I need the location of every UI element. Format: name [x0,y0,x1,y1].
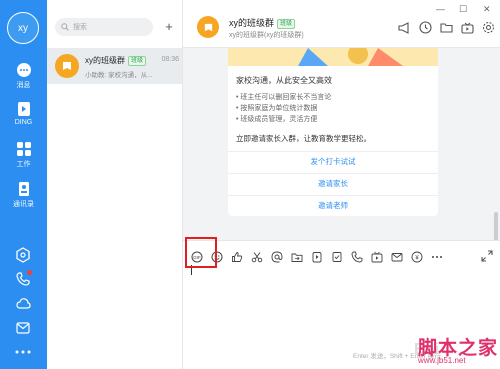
contacts-icon [18,182,29,196]
search-input[interactable]: 搜索 [55,18,153,36]
class-tag: 班级 [128,56,147,66]
red-packet-icon[interactable]: ¥ [409,249,425,265]
search-icon [61,23,69,31]
chat-subtitle: xy的班级群(xy的班级群) [229,32,304,39]
class-group-icon [63,62,71,70]
chat-avatar[interactable] [197,16,219,38]
hexagon-icon[interactable] [16,247,30,263]
conversation-time: 08:36 [161,56,179,63]
group-avatar [55,54,79,78]
mention-icon[interactable] [269,249,285,265]
conversation-list: 搜索 + xy的班级群 班级 08:36 小助教: 家校沟通，从... [47,0,183,369]
scissors-icon[interactable] [249,249,265,265]
conversation-preview: 小助教: 家校沟通，从... [85,72,153,79]
chat-header: xy的班级群 班级 xy的班级群(xy的班级群) [183,0,500,48]
chat-scrollbar[interactable] [494,212,498,242]
ding-icon [17,102,30,116]
card-banner-illustration [228,48,438,66]
nav-messages[interactable]: 消息 [0,62,47,90]
email-icon[interactable] [389,249,405,265]
conversation-item[interactable]: xy的班级群 班级 08:36 小助教: 家校沟通，从... [47,48,182,84]
thumbs-up-icon[interactable] [229,249,245,265]
live-stream-icon[interactable] [369,249,385,265]
highlight-box [185,237,217,268]
header-actions [397,20,496,35]
minimize-button[interactable]: — [436,4,445,14]
expand-icon[interactable] [480,249,494,263]
nav-ding[interactable]: DING [0,101,47,126]
card-feature-item: 班级成员管理，灵活方便 [236,114,331,125]
invite-parents-button[interactable]: 邀请家长 [228,173,438,193]
chat-panel: xy的班级群 班级 xy的班级群(xy的班级群) — ☐ ✕ 家校沟通，从此安全又… [183,0,500,369]
chat-bubble-icon [16,63,31,77]
file-icon[interactable] [289,249,305,265]
invite-teachers-button[interactable]: 邀请老师 [228,195,438,215]
clock-icon[interactable] [418,20,433,35]
input-toolbar: GIF ¥ [189,249,445,265]
settings-icon[interactable] [481,20,496,35]
phone-notification-dot [27,270,32,275]
class-group-icon [204,23,212,31]
chat-class-tag: 班级 [277,19,296,29]
ding-message-icon[interactable] [309,249,325,265]
close-button[interactable]: ✕ [483,4,491,15]
card-feature-item: 按照家庭为单位统计数据 [236,103,331,114]
live-icon[interactable] [460,20,475,35]
nav-contacts-label: 通讯录 [13,201,34,208]
card-feature-item: 班主任可以删回家长不当言论 [236,92,331,103]
nav-ding-label: DING [14,119,33,126]
folder-icon[interactable] [439,20,454,35]
task-icon[interactable] [329,249,345,265]
try-checkin-button[interactable]: 发个打卡试试 [228,151,438,171]
megaphone-icon[interactable] [397,20,412,35]
nav-messages-label: 消息 [16,82,31,89]
more-icon[interactable] [15,350,31,354]
grid-icon [16,142,31,156]
chat-title-text: xy的班级群 [229,18,275,28]
nav-contacts[interactable]: 通讯录 [0,181,47,209]
more-options-icon[interactable] [429,249,445,265]
card-cta-text: 立即邀请家长入群，让教育教学更轻松。 [236,134,371,143]
nav-work-label: 工作 [16,161,31,168]
left-nav: xy 消息 DING 工作 通讯录 [0,0,47,369]
card-title: 家校沟通，从此安全又高效 [236,76,332,85]
add-button[interactable]: + [161,19,177,35]
phone-call-icon[interactable] [349,249,365,265]
search-placeholder: 搜索 [73,24,87,31]
conversation-name-text: xy的班级群 [85,56,125,65]
conversation-name: xy的班级群 班级 [85,55,147,66]
chat-title: xy的班级群 班级 [229,16,296,29]
nav-work[interactable]: 工作 [0,141,47,169]
app-window: xy 消息 DING 工作 通讯录 搜索 + xy的班级群 班级 08:36 小… [0,0,500,369]
user-avatar[interactable]: xy [7,12,39,44]
svg-text:¥: ¥ [415,255,419,261]
welcome-card: 家校沟通，从此安全又高效 班主任可以删回家长不当言论 按照家庭为单位统计数据 班… [228,48,438,216]
cloud-icon[interactable] [16,297,31,309]
mail-icon[interactable] [16,322,30,334]
site-watermark-url: www.jb51.net [418,356,466,365]
card-feature-list: 班主任可以删回家长不当言论 按照家庭为单位统计数据 班级成员管理，灵活方便 [236,92,331,125]
maximize-button[interactable]: ☐ [459,4,467,15]
